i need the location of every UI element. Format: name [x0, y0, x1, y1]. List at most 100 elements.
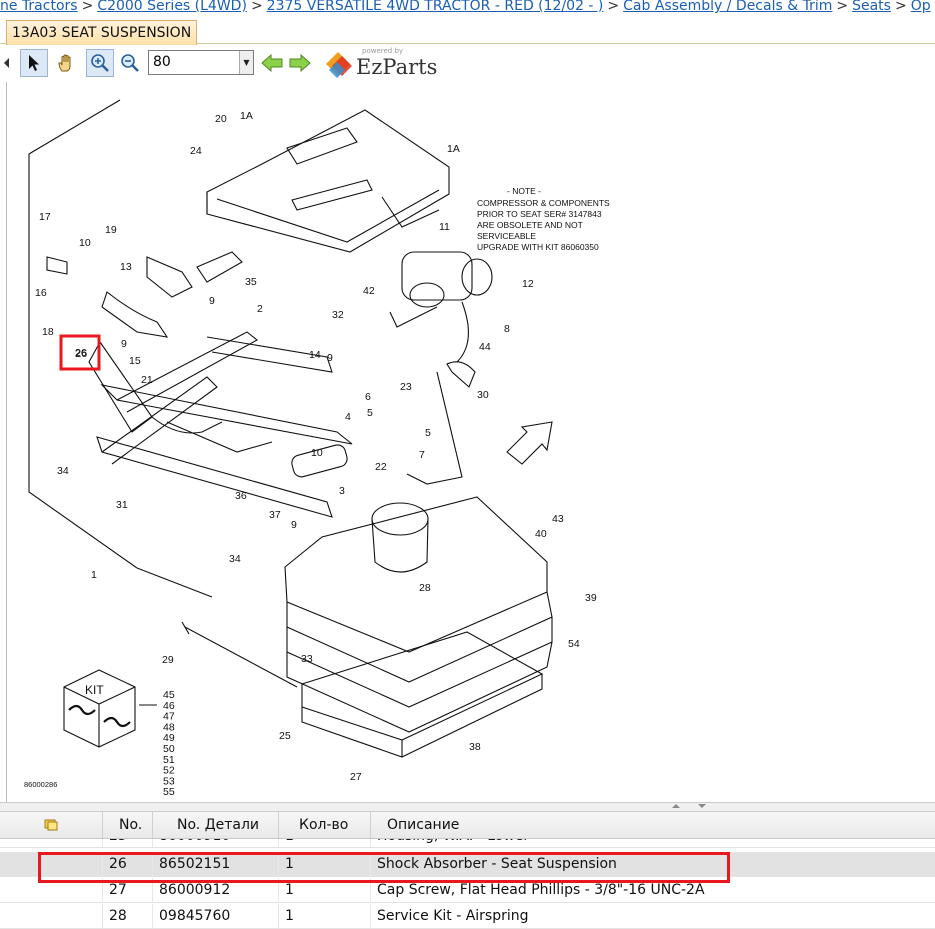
callout-23[interactable]: 23 — [400, 381, 412, 393]
callout-16[interactable]: 16 — [35, 287, 47, 299]
tab-bar: 13A03 SEAT SUSPENSION — [0, 18, 935, 45]
callout-10[interactable]: 10 — [79, 237, 91, 249]
callout-33[interactable]: 33 — [301, 653, 313, 665]
breadcrumb-separator: > — [607, 0, 620, 14]
callout-28[interactable]: 28 — [419, 582, 431, 594]
callout-39[interactable]: 39 — [585, 592, 597, 604]
table-header-overlay: No. No. Детали Кол-во Описание — [0, 812, 935, 839]
note-line: COMPRESSOR & COMPONENTS — [477, 198, 610, 208]
callout-3[interactable]: 3 — [339, 485, 345, 497]
pane-splitter[interactable] — [0, 802, 935, 812]
zoom-out-icon — [121, 54, 139, 72]
callout-42[interactable]: 42 — [363, 285, 375, 297]
forward-arrow-button[interactable] — [286, 49, 314, 77]
select-pointer-button[interactable] — [20, 49, 48, 77]
callout-44[interactable]: 44 — [479, 341, 491, 353]
breadcrumb-separator: > — [81, 0, 94, 14]
callout-34[interactable]: 34 — [229, 553, 241, 565]
callout-30[interactable]: 30 — [477, 389, 489, 401]
pointer-icon — [29, 55, 39, 71]
breadcrumb-link-seats[interactable]: Seats — [852, 0, 891, 14]
callout-12[interactable]: 12 — [522, 278, 534, 290]
back-arrow-button[interactable] — [258, 49, 286, 77]
breadcrumb-separator: > — [836, 0, 849, 14]
note-title: - NOTE - — [507, 186, 541, 196]
callout-5[interactable]: 5 — [425, 427, 431, 439]
kit-callout-55[interactable]: 55 — [163, 786, 175, 798]
chevron-down-icon[interactable]: ▼ — [239, 51, 253, 74]
callout-9[interactable]: 9 — [209, 295, 215, 307]
callout-37[interactable]: 37 — [269, 509, 281, 521]
tab-seat-suspension[interactable]: 13A03 SEAT SUSPENSION — [6, 20, 198, 45]
callout-9[interactable]: 9 — [327, 352, 333, 364]
callout-31[interactable]: 31 — [116, 499, 128, 511]
column-header-icon[interactable] — [0, 812, 102, 838]
note-line: SERVICEABLE — [477, 231, 536, 241]
callout-18[interactable]: 18 — [42, 326, 54, 338]
callout-54[interactable]: 54 — [568, 638, 580, 650]
callout-22[interactable]: 22 — [375, 461, 387, 473]
table-row[interactable]: 28 09845760 1 Service Kit - Airspring — [0, 904, 935, 929]
column-header-description[interactable]: Описание — [370, 812, 935, 838]
callout-43[interactable]: 43 — [552, 513, 564, 525]
column-header-qty[interactable]: Кол-во — [278, 812, 370, 838]
callout-9[interactable]: 9 — [121, 338, 127, 350]
row-part-no: 09845760 — [152, 904, 278, 928]
note-line: ARE OBSOLETE AND NOT — [477, 220, 583, 230]
toolbar: 80 ▼ powered by EzParts — [4, 45, 935, 82]
breadcrumb-link-model[interactable]: 2375 VERSATILE 4WD TRACTOR - RED (12/02 … — [267, 0, 604, 14]
callout-4[interactable]: 4 — [345, 411, 351, 423]
callout-35[interactable]: 35 — [245, 276, 257, 288]
column-header-no[interactable]: No. — [102, 812, 152, 838]
kit-label: KIT — [85, 683, 104, 697]
callout-2[interactable]: 2 — [257, 303, 263, 315]
callout-1A[interactable]: 1A — [447, 143, 460, 155]
callout-9[interactable]: 9 — [291, 519, 297, 531]
note-icon — [44, 819, 58, 831]
breadcrumb-link-cab[interactable]: Cab Assembly / Decals & Trim — [623, 0, 832, 14]
callout-15[interactable]: 15 — [129, 355, 141, 367]
scroll-left-icon[interactable] — [2, 49, 12, 77]
callout-25[interactable]: 25 — [279, 730, 291, 742]
callout-19[interactable]: 19 — [105, 224, 117, 236]
callout-26-highlighted[interactable]: 26 — [75, 348, 87, 360]
callout-27[interactable]: 27 — [350, 771, 362, 783]
callout-17[interactable]: 17 — [39, 211, 51, 223]
callout-20[interactable]: 20 — [215, 113, 227, 125]
callout-1[interactable]: 1 — [91, 569, 97, 581]
callout-32[interactable]: 32 — [332, 309, 344, 321]
zoom-level-select[interactable]: 80 ▼ — [148, 50, 254, 75]
exploded-parts-diagram[interactable]: - NOTE - COMPRESSOR & COMPONENTS PRIOR T… — [7, 82, 935, 802]
breadcrumb: ne Tractors > C2000 Series (L4WD) >2375 VER… — [0, 0, 935, 18]
zoom-out-button[interactable] — [116, 49, 144, 77]
callout-6[interactable]: 6 — [365, 391, 371, 403]
zoom-in-icon — [91, 54, 109, 72]
callout-29[interactable]: 29 — [162, 654, 174, 666]
callout-8[interactable]: 8 — [504, 323, 510, 335]
hand-icon — [58, 54, 71, 72]
row-icon-cell — [0, 904, 102, 928]
callout-11[interactable]: 11 — [439, 221, 450, 233]
pan-hand-button[interactable] — [52, 49, 80, 77]
row-no: 28 — [102, 904, 152, 928]
callout-5[interactable]: 5 — [367, 407, 373, 419]
ezparts-logo: powered by EzParts — [322, 47, 442, 81]
callout-14[interactable]: 14 — [309, 349, 321, 361]
callout-40[interactable]: 40 — [535, 528, 547, 540]
zoom-in-button[interactable] — [86, 49, 114, 77]
note-line: PRIOR TO SEAT SER# 3147843 — [477, 209, 602, 219]
callout-1A[interactable]: 1A — [240, 110, 253, 122]
breadcrumb-link-tractors[interactable]: ne Tractors — [0, 0, 78, 14]
breadcrumb-link-series[interactable]: C2000 Series (L4WD) — [97, 0, 247, 14]
callout-34[interactable]: 34 — [57, 465, 69, 477]
column-header-part-no[interactable]: No. Детали — [152, 812, 278, 838]
callout-21[interactable]: 21 — [141, 374, 153, 386]
callout-38[interactable]: 38 — [469, 741, 481, 753]
callout-10[interactable]: 10 — [311, 447, 323, 459]
callout-36[interactable]: 36 — [235, 490, 247, 502]
callout-7[interactable]: 7 — [419, 449, 425, 461]
callout-24[interactable]: 24 — [190, 145, 202, 157]
breadcrumb-link-options[interactable]: Op — [911, 0, 931, 14]
callout-13[interactable]: 13 — [120, 261, 132, 273]
row-qty: 1 — [278, 904, 370, 928]
